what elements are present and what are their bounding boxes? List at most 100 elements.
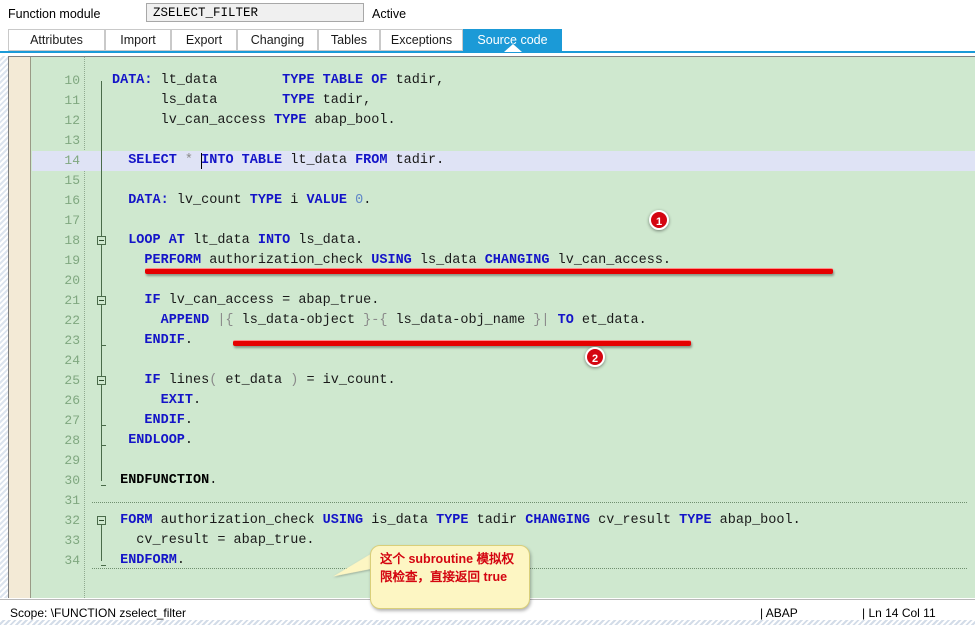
code-line[interactable]: 28 ENDLOOP. xyxy=(32,431,975,451)
line-number: 30 xyxy=(64,473,80,488)
fold-end-tick xyxy=(101,345,106,346)
code-line[interactable]: 12 lv_can_access TYPE abap_bool. xyxy=(32,111,975,131)
editor-left-hatch xyxy=(0,56,8,598)
code-text: IF lines( et_data ) = iv_count. xyxy=(144,373,396,388)
code-text: ENDIF. xyxy=(144,333,194,348)
line-number: 23 xyxy=(64,333,80,348)
tab-export[interactable]: Export xyxy=(171,29,237,51)
code-line[interactable]: 20 xyxy=(32,271,975,291)
line-number: 28 xyxy=(64,433,80,448)
line-number: 14 xyxy=(64,153,80,168)
code-text: ls_data TYPE tadir, xyxy=(112,93,372,108)
line-number: 32 xyxy=(64,513,80,528)
code-text: IF lv_can_access = abap_true. xyxy=(144,293,380,308)
line-number: 29 xyxy=(64,453,80,468)
code-line[interactable]: 17 xyxy=(32,211,975,231)
line-number: 34 xyxy=(64,553,80,568)
code-line[interactable]: 16 DATA: lv_count TYPE i VALUE 0. xyxy=(32,191,975,211)
function-module-label: Function module xyxy=(8,7,101,21)
code-line[interactable]: 14 SELECT * INTO TABLE lt_data FROM tadi… xyxy=(32,151,975,171)
fold-toggle-icon[interactable] xyxy=(97,516,106,525)
line-number: 10 xyxy=(64,73,80,88)
line-number: 31 xyxy=(64,493,80,508)
tab-pointer xyxy=(503,44,522,52)
line-number: 22 xyxy=(64,313,80,328)
fold-rail xyxy=(101,521,102,561)
code-line[interactable]: 24 xyxy=(32,351,975,371)
fold-toggle-icon[interactable] xyxy=(97,296,106,305)
tab-tables[interactable]: Tables xyxy=(318,29,380,51)
line-number: 15 xyxy=(64,173,80,188)
fold-toggle-icon[interactable] xyxy=(97,376,106,385)
code-line[interactable]: 27 ENDIF. xyxy=(32,411,975,431)
line-number: 20 xyxy=(64,273,80,288)
function-module-input[interactable]: ZSELECT_FILTER xyxy=(146,3,364,22)
fold-rail xyxy=(101,81,102,481)
line-number: 19 xyxy=(64,253,80,268)
code-text: cv_result = abap_true. xyxy=(112,533,315,548)
line-number: 21 xyxy=(64,293,80,308)
code-pane[interactable]: 10 DATA: lt_data TYPE TABLE OF tadir, 11 l… xyxy=(32,57,975,598)
fold-end-tick xyxy=(101,565,106,566)
code-line[interactable]: 32 FORM authorization_check USING is_dat… xyxy=(32,511,975,531)
fold-toggle-icon[interactable] xyxy=(97,236,106,245)
tab-import[interactable]: Import xyxy=(105,29,171,51)
code-line[interactable]: 25 IF lines( et_data ) = iv_count. xyxy=(32,371,975,391)
fold-end-tick xyxy=(101,445,106,446)
code-line[interactable]: 18 LOOP AT lt_data INTO ls_data. xyxy=(32,231,975,251)
line-number: 27 xyxy=(64,413,80,428)
editor-left-margin xyxy=(9,57,31,598)
line-number: 13 xyxy=(64,133,80,148)
code-text: EXIT. xyxy=(160,393,202,408)
annotation-badge-2: 2 xyxy=(585,347,605,367)
block-separator xyxy=(92,502,967,503)
code-text: ENDLOOP. xyxy=(128,433,194,448)
status-cursor-position: | Ln 14 Col 11 xyxy=(862,606,936,620)
fold-end-tick xyxy=(101,485,106,486)
code-line[interactable]: 11 ls_data TYPE tadir, xyxy=(32,91,975,111)
annotation-callout: 这个 subroutine 模拟权限检查，直接返回 true xyxy=(370,545,530,609)
line-number: 11 xyxy=(64,93,80,108)
line-number: 12 xyxy=(64,113,80,128)
code-text: DATA: lt_data TYPE TABLE OF tadir, xyxy=(112,73,445,88)
code-text: FORM authorization_check USING is_data T… xyxy=(120,513,801,528)
code-text: SELECT * INTO TABLE lt_data FROM tadir. xyxy=(128,153,445,168)
code-line[interactable]: 30 ENDFUNCTION. xyxy=(32,471,975,491)
header-bar: Function module ZSELECT_FILTER Active xyxy=(0,0,975,28)
fold-end-tick xyxy=(101,425,106,426)
tab-changing[interactable]: Changing xyxy=(237,29,318,51)
status-hatch xyxy=(0,620,975,625)
tab-exceptions[interactable]: Exceptions xyxy=(380,29,463,51)
code-text: LOOP AT lt_data INTO ls_data. xyxy=(128,233,364,248)
code-line[interactable]: 31 xyxy=(32,491,975,511)
tab-underline xyxy=(0,51,975,53)
annotation-badge-1: 1 xyxy=(649,210,669,230)
code-line[interactable]: 26 EXIT. xyxy=(32,391,975,411)
code-line[interactable]: 21 IF lv_can_access = abap_true. xyxy=(32,291,975,311)
tab-attributes[interactable]: Attributes xyxy=(8,29,105,51)
line-number: 33 xyxy=(64,533,80,548)
code-line[interactable]: 15 xyxy=(32,171,975,191)
source-code-editor[interactable]: 10 DATA: lt_data TYPE TABLE OF tadir, 11 l… xyxy=(8,56,975,598)
code-text: lv_can_access TYPE abap_bool. xyxy=(112,113,396,128)
code-text: DATA: lv_count TYPE i VALUE 0. xyxy=(128,193,372,208)
activation-status-text: Active xyxy=(372,7,407,21)
annotation-underline xyxy=(145,268,833,274)
line-number: 16 xyxy=(64,193,80,208)
text-caret xyxy=(201,153,203,169)
line-number: 25 xyxy=(64,373,80,388)
annotation-callout-text: 这个 subroutine 模拟权限检查，直接返回 true xyxy=(380,552,515,584)
code-line[interactable]: 29 xyxy=(32,451,975,471)
line-number: 26 xyxy=(64,393,80,408)
status-language: | ABAP xyxy=(760,606,798,620)
code-text: APPEND |{ ls_data-object }-{ ls_data-obj… xyxy=(160,313,647,328)
code-line[interactable]: 10 DATA: lt_data TYPE TABLE OF tadir, xyxy=(32,71,975,91)
code-text: ENDFUNCTION. xyxy=(120,473,218,488)
line-number: 17 xyxy=(64,213,80,228)
status-scope: Scope: \FUNCTION zselect_filter xyxy=(10,606,187,620)
code-text: ENDIF. xyxy=(144,413,194,428)
annotation-underline xyxy=(233,340,691,346)
code-line[interactable]: 13 xyxy=(32,131,975,151)
code-line[interactable]: 22 APPEND |{ ls_data-object }-{ ls_data-… xyxy=(32,311,975,331)
line-number: 24 xyxy=(64,353,80,368)
